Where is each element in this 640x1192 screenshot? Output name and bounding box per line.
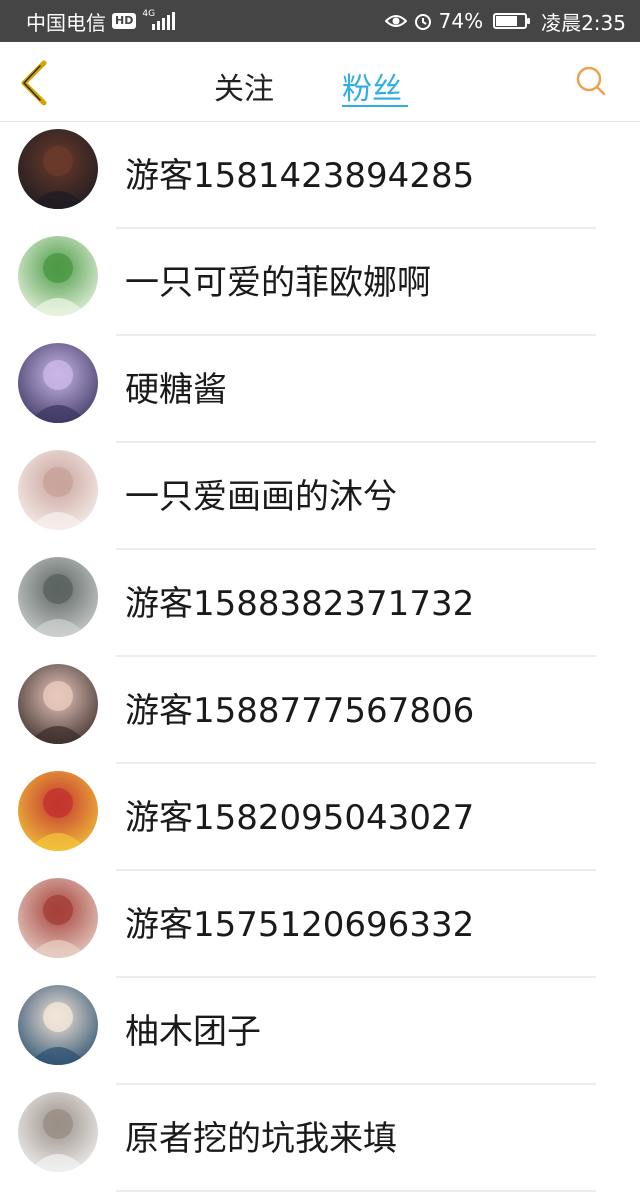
fan-name: 原者挖的坑我来填: [125, 1119, 397, 1159]
carrier-label: 中国电信: [26, 10, 106, 35]
tab-fans[interactable]: 粉丝: [342, 64, 402, 108]
top-nav-bar: 关注 粉丝: [0, 42, 640, 122]
fan-name: 游客1582095043027: [125, 798, 475, 838]
hd-badge: HD: [112, 13, 137, 29]
avatar[interactable]: [18, 236, 98, 316]
status-bar-right: 74% 凌晨2:35: [384, 7, 626, 36]
avatar[interactable]: [18, 343, 98, 423]
fan-name: 游客1575120696332: [125, 905, 475, 945]
eye-comfort-icon: [384, 15, 407, 27]
avatar[interactable]: [18, 771, 98, 851]
clock: 凌晨2:35: [541, 10, 626, 35]
alarm-icon: [414, 14, 431, 30]
list-item[interactable]: 游客1581423894285: [0, 122, 640, 229]
search-icon[interactable]: [574, 64, 608, 98]
list-item[interactable]: 硬糖酱: [0, 336, 640, 443]
fans-list: 游客1581423894285 一只可爱的菲欧娜啊 硬糖酱一只爱画画的沐兮游客158…: [0, 122, 640, 1192]
avatar[interactable]: [18, 878, 98, 958]
avatar[interactable]: [18, 129, 98, 209]
tab-following[interactable]: 关注: [214, 64, 274, 108]
fan-name: 硬糖酱: [125, 370, 227, 410]
avatar[interactable]: [18, 985, 98, 1065]
list-item[interactable]: 游客1575120696332: [0, 871, 640, 978]
list-item[interactable]: 游客1582095043027: [0, 764, 640, 871]
fan-name: 一只可爱的菲欧娜啊: [125, 263, 431, 303]
fan-name: 柚木团子: [125, 1012, 261, 1052]
status-bar-left: 中国电信 HD 4G: [26, 7, 176, 36]
avatar[interactable]: [18, 450, 98, 530]
fan-name: 游客1581423894285: [125, 156, 475, 196]
status-bar: 中国电信 HD 4G 74% 凌晨2:35: [0, 0, 640, 42]
list-item[interactable]: 游客1588777567806: [0, 657, 640, 764]
list-item[interactable]: 原者挖的坑我来填: [0, 1085, 640, 1192]
fan-name: 游客1588777567806: [125, 691, 475, 731]
list-item[interactable]: 柚木团子: [0, 978, 640, 1085]
avatar[interactable]: [18, 664, 98, 744]
list-item[interactable]: 游客1588382371732: [0, 550, 640, 657]
network-type-label: 4G: [142, 9, 156, 19]
list-item[interactable]: 一只可爱的菲欧娜啊: [0, 229, 640, 336]
fan-name: 游客1588382371732: [125, 584, 475, 624]
signal-icon: 4G: [142, 9, 176, 30]
chevron-left-icon[interactable]: [14, 60, 54, 106]
avatar[interactable]: [18, 557, 98, 637]
battery-icon: [493, 13, 531, 29]
avatar[interactable]: [18, 1092, 98, 1172]
active-tab-indicator: [342, 105, 408, 107]
battery-percent: 74%: [438, 9, 484, 33]
list-item[interactable]: 一只爱画画的沐兮: [0, 443, 640, 550]
fan-name: 一只爱画画的沐兮: [125, 477, 397, 517]
